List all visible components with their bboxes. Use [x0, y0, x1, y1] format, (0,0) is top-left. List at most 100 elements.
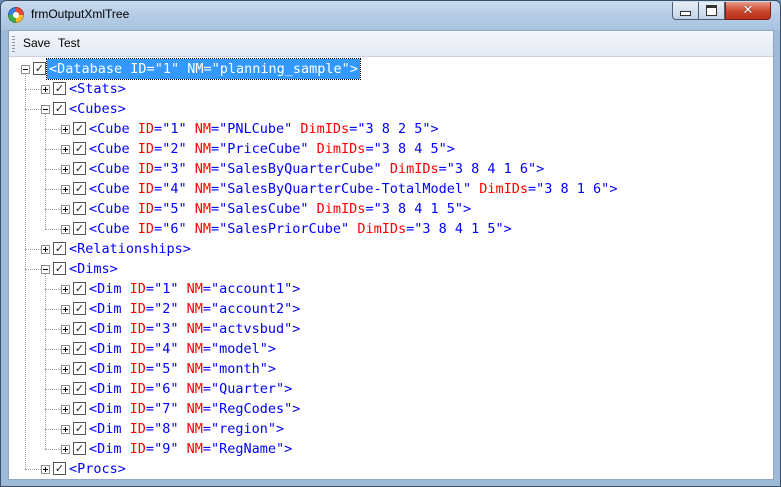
node-label[interactable]: <Dim ID="8" NM="region">	[87, 419, 286, 439]
node-label[interactable]: <Stats>	[67, 79, 128, 99]
expand-plus-icon[interactable]	[61, 425, 70, 434]
node-label[interactable]: <Dim ID="2" NM="account2">	[87, 299, 302, 319]
node-label[interactable]: <Cube ID="6" NM="SalesPriorCube" DimIDs=…	[87, 219, 514, 239]
node-label[interactable]: <Dim ID="3" NM="actvsbud">	[87, 319, 302, 339]
node-label[interactable]: <Procs>	[67, 459, 128, 479]
node-label[interactable]: <Dim ID="1" NM="account1">	[87, 279, 302, 299]
node-label[interactable]: <Dim ID="9" NM="RegName">	[87, 439, 294, 459]
tree-node[interactable]: ✓ <Dim ID="9" NM="RegName">	[9, 439, 769, 459]
tree-node[interactable]: ✓ <Cube ID="3" NM="SalesByQuarterCube" Di…	[9, 159, 769, 179]
node-checkbox[interactable]: ✓	[73, 382, 86, 395]
node-checkbox[interactable]: ✓	[73, 362, 86, 375]
tree-node[interactable]: ✓ <Dim ID="5" NM="month">	[9, 359, 769, 379]
node-checkbox[interactable]: ✓	[73, 182, 86, 195]
xml-equals: =	[210, 121, 220, 137]
expand-plus-icon[interactable]	[61, 165, 70, 174]
collapse-minus-icon[interactable]	[21, 65, 30, 74]
node-checkbox[interactable]: ✓	[73, 322, 86, 335]
app-icon[interactable]	[8, 7, 24, 23]
close-button[interactable]: ✕	[725, 2, 771, 20]
tree-node[interactable]: ✓ <Dim ID="3" NM="actvsbud">	[9, 319, 769, 339]
node-checkbox[interactable]: ✓	[53, 82, 66, 95]
node-label[interactable]: <Database ID="1" NM="planning_sample">	[46, 58, 361, 80]
node-checkbox[interactable]: ✓	[73, 422, 86, 435]
expand-plus-icon[interactable]	[61, 405, 70, 414]
expand-plus-icon[interactable]	[61, 125, 70, 134]
tree-node[interactable]: ✓ <Dim ID="2" NM="account2">	[9, 299, 769, 319]
node-checkbox[interactable]: ✓	[33, 62, 46, 75]
node-checkbox[interactable]: ✓	[73, 162, 86, 175]
tree-node[interactable]: ✓ <Dim ID="8" NM="region">	[9, 419, 769, 439]
menu-item-save[interactable]: Save	[23, 36, 50, 50]
tree-node[interactable]: ✓ <Dim ID="7" NM="RegCodes">	[9, 399, 769, 419]
expand-plus-icon[interactable]	[61, 145, 70, 154]
node-label[interactable]: <Dims>	[67, 259, 120, 279]
node-label[interactable]: <Cube ID="1" NM="PNLCube" DimIDs="3 8 2 …	[87, 119, 441, 139]
expand-plus-icon[interactable]	[61, 445, 70, 454]
expand-plus-icon[interactable]	[41, 85, 50, 94]
expand-plus-icon[interactable]	[61, 365, 70, 374]
node-checkbox[interactable]: ✓	[73, 282, 86, 295]
tree-node[interactable]: ✓ <Procs>	[9, 459, 769, 479]
expand-plus-icon[interactable]	[61, 225, 70, 234]
tree-node[interactable]: ✓ <Cube ID="6" NM="SalesPriorCube" DimIDs…	[9, 219, 769, 239]
tree-node[interactable]: ✓ <Stats>	[9, 79, 769, 99]
node-label[interactable]: <Dim ID="4" NM="model">	[87, 339, 278, 359]
collapse-minus-icon[interactable]	[41, 265, 50, 274]
node-checkbox[interactable]: ✓	[73, 442, 86, 455]
tree-node[interactable]: ✓ <Database ID="1" NM="planning_sample">	[9, 58, 769, 80]
node-label[interactable]: <Dim ID="5" NM="month">	[87, 359, 278, 379]
xml-tree-view[interactable]: ✓ <Database ID="1" NM="planning_sample"> ✓…	[9, 57, 773, 479]
node-checkbox[interactable]: ✓	[73, 202, 86, 215]
node-checkbox[interactable]: ✓	[53, 462, 66, 475]
expand-plus-icon[interactable]	[61, 305, 70, 314]
menu-item-test[interactable]: Test	[58, 36, 80, 50]
xml-equals: =	[145, 301, 155, 317]
tree-node[interactable]: ✓ <Cube ID="1" NM="PNLCube" DimIDs="3 8 2…	[9, 119, 769, 139]
collapse-minus-icon[interactable]	[41, 105, 50, 114]
xml-equals: =	[145, 421, 155, 437]
node-checkbox[interactable]: ✓	[73, 402, 86, 415]
node-label[interactable]: <Dim ID="6" NM="Quarter">	[87, 379, 294, 399]
node-checkbox[interactable]: ✓	[73, 302, 86, 315]
node-label[interactable]: <Relationships>	[67, 239, 193, 259]
node-label[interactable]: <Cubes>	[67, 99, 128, 119]
expand-plus-icon[interactable]	[41, 245, 50, 254]
tree-node[interactable]: ✓ <Dim ID="1" NM="account1">	[9, 279, 769, 299]
tree-node[interactable]: ✓ <Relationships>	[9, 239, 769, 259]
expand-plus-icon[interactable]	[61, 185, 70, 194]
node-label[interactable]: <Dim ID="7" NM="RegCodes">	[87, 399, 302, 419]
expand-plus-icon[interactable]	[61, 325, 70, 334]
maximize-button[interactable]	[699, 2, 725, 20]
expand-plus-icon[interactable]	[61, 385, 70, 394]
xml-attribute-name: DimIDs	[316, 141, 366, 157]
node-checkbox[interactable]: ✓	[53, 262, 66, 275]
expand-plus-icon[interactable]	[61, 345, 70, 354]
node-label[interactable]: <Cube ID="3" NM="SalesByQuarterCube" Dim…	[87, 159, 546, 179]
xml-attribute-value: "1"	[162, 121, 187, 137]
tree-node[interactable]: ✓ <Cubes>	[9, 99, 769, 119]
tree-node[interactable]: ✓ <Dim ID="4" NM="model">	[9, 339, 769, 359]
tree-node[interactable]: ✓ <Cube ID="4" NM="SalesByQuarterCube-Tot…	[9, 179, 769, 199]
toolstrip-grip-icon[interactable]	[12, 36, 15, 52]
node-checkbox[interactable]: ✓	[73, 122, 86, 135]
node-label[interactable]: <Cube ID="5" NM="SalesCube" DimIDs="3 8 …	[87, 199, 473, 219]
minimize-button[interactable]	[672, 2, 699, 20]
node-checkbox[interactable]: ✓	[73, 342, 86, 355]
expand-plus-icon[interactable]	[61, 205, 70, 214]
tree-node[interactable]: ✓ <Cube ID="5" NM="SalesCube" DimIDs="3 8…	[9, 199, 769, 219]
node-checkbox[interactable]: ✓	[73, 142, 86, 155]
node-checkbox[interactable]: ✓	[73, 222, 86, 235]
tree-node[interactable]: ✓ <Dims>	[9, 259, 769, 279]
tree-node[interactable]: ✓ <Cube ID="2" NM="PriceCube" DimIDs="3 8…	[9, 139, 769, 159]
expand-plus-icon[interactable]	[61, 285, 70, 294]
xml-tag-name: <Database	[49, 61, 123, 77]
tree-node[interactable]: ✓ <Dim ID="6" NM="Quarter">	[9, 379, 769, 399]
node-checkbox[interactable]: ✓	[53, 102, 66, 115]
node-label[interactable]: <Cube ID="4" NM="SalesByQuarterCube-Tota…	[87, 179, 619, 199]
node-checkbox[interactable]: ✓	[53, 242, 66, 255]
expand-plus-icon[interactable]	[41, 465, 50, 474]
xml-attribute-name: NM	[194, 181, 211, 197]
title-bar[interactable]: frmOutputXmlTree ✕	[1, 1, 780, 30]
node-label[interactable]: <Cube ID="2" NM="PriceCube" DimIDs="3 8 …	[87, 139, 457, 159]
